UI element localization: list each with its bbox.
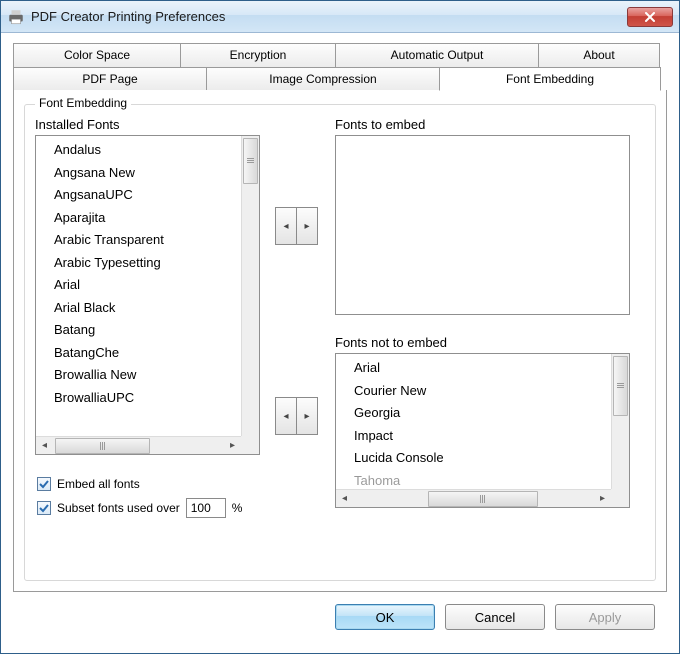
group-content: Installed Fonts Andalus Angsana New Angs… — [35, 117, 645, 572]
fonts-to-embed-list[interactable] — [335, 135, 630, 315]
list-item[interactable]: BatangChe — [54, 342, 241, 365]
window: PDF Creator Printing Preferences Color S… — [0, 0, 680, 654]
tab-automatic-output[interactable]: Automatic Output — [335, 43, 539, 67]
check-icon — [39, 479, 49, 489]
installed-fonts-label: Installed Fonts — [35, 117, 260, 132]
ok-button[interactable]: OK — [335, 604, 435, 630]
list-item[interactable]: Arial — [354, 357, 611, 380]
scroll-corner — [611, 489, 629, 507]
list-item[interactable]: Arial Black — [54, 297, 241, 320]
close-button[interactable] — [627, 7, 673, 27]
vertical-scrollbar[interactable] — [241, 136, 259, 436]
fonts-to-embed-label: Fonts to embed — [335, 117, 645, 132]
vertical-scrollbar[interactable] — [611, 354, 629, 489]
embed-all-fonts-label: Embed all fonts — [57, 477, 140, 491]
fonts-not-to-embed-label: Fonts not to embed — [335, 335, 645, 350]
scroll-left-icon[interactable]: ◂ — [336, 491, 353, 507]
window-title: PDF Creator Printing Preferences — [31, 9, 627, 24]
scroll-left-icon[interactable]: ◂ — [36, 438, 53, 454]
subset-fonts-checkbox[interactable] — [37, 501, 51, 515]
tab-pane-font-embedding: Font Embedding Installed Fonts Andalus A… — [13, 90, 667, 592]
scroll-corner — [241, 436, 259, 454]
list-item[interactable]: Tahoma — [354, 470, 611, 490]
printer-icon — [7, 8, 25, 26]
right-column: Fonts to embed Fonts not to embed Arial … — [335, 117, 645, 508]
list-item[interactable]: Browallia New — [54, 364, 241, 387]
list-item[interactable]: Georgia — [354, 402, 611, 425]
tab-about[interactable]: About — [538, 43, 660, 67]
transfer-buttons-notembed: ◂ ▸ — [275, 397, 318, 435]
tab-encryption[interactable]: Encryption — [180, 43, 336, 67]
cancel-button[interactable]: Cancel — [445, 604, 545, 630]
horizontal-scrollbar[interactable]: ◂ ▸ — [336, 489, 611, 507]
subset-fonts-label: Subset fonts used over — [57, 501, 180, 515]
list-item[interactable]: Lucida Console — [354, 447, 611, 470]
chevron-left-icon: ◂ — [283, 221, 288, 232]
list-item[interactable]: Angsana New — [54, 162, 241, 185]
tab-font-embedding[interactable]: Font Embedding — [439, 67, 661, 91]
chevron-right-icon: ▸ — [304, 411, 309, 422]
remove-from-notembed-button[interactable]: ◂ — [275, 397, 297, 435]
add-to-notembed-button[interactable]: ▸ — [296, 397, 318, 435]
chevron-left-icon: ◂ — [283, 411, 288, 422]
titlebar: PDF Creator Printing Preferences — [1, 1, 679, 33]
close-icon — [644, 12, 656, 22]
installed-fonts-list[interactable]: Andalus Angsana New AngsanaUPC Aparajita… — [35, 135, 260, 455]
list-item[interactable]: Impact — [354, 425, 611, 448]
tab-color-space[interactable]: Color Space — [13, 43, 181, 67]
tab-image-compression[interactable]: Image Compression — [206, 67, 440, 91]
list-item[interactable]: Courier New — [354, 380, 611, 403]
fonts-not-to-embed-list[interactable]: Arial Courier New Georgia Impact Lucida … — [335, 353, 630, 508]
groupbox-font-embedding: Font Embedding Installed Fonts Andalus A… — [24, 104, 656, 581]
transfer-buttons-embed: ◂ ▸ — [275, 207, 318, 245]
add-to-embed-button[interactable]: ▸ — [296, 207, 318, 245]
tab-pdf-page[interactable]: PDF Page — [13, 67, 207, 91]
list-item[interactable]: Arial — [54, 274, 241, 297]
scroll-right-icon[interactable]: ▸ — [224, 438, 241, 454]
list-item[interactable]: Aparajita — [54, 207, 241, 230]
client-area: Color Space Encryption Automatic Output … — [1, 33, 679, 653]
check-icon — [39, 503, 49, 513]
dialog-buttons: OK Cancel Apply — [13, 592, 667, 630]
horizontal-scrollbar[interactable]: ◂ ▸ — [36, 436, 241, 454]
list-item[interactable]: Andalus — [54, 139, 241, 162]
scroll-right-icon[interactable]: ▸ — [594, 491, 611, 507]
chevron-right-icon: ▸ — [304, 221, 309, 232]
list-item[interactable]: Arabic Transparent — [54, 229, 241, 252]
installed-column: Installed Fonts Andalus Angsana New Angs… — [35, 117, 260, 455]
tab-strip: Color Space Encryption Automatic Output … — [13, 43, 667, 592]
percent-label: % — [232, 501, 243, 515]
groupbox-label: Font Embedding — [35, 96, 131, 110]
list-item[interactable]: Arabic Typesetting — [54, 252, 241, 275]
embed-all-fonts-checkbox[interactable] — [37, 477, 51, 491]
list-item[interactable]: AngsanaUPC — [54, 184, 241, 207]
remove-from-embed-button[interactable]: ◂ — [275, 207, 297, 245]
subset-percent-input[interactable] — [186, 498, 226, 518]
options: Embed all fonts Subset fonts used over % — [37, 472, 242, 520]
apply-button: Apply — [555, 604, 655, 630]
list-item[interactable]: BrowalliaUPC — [54, 387, 241, 410]
list-item[interactable]: Batang — [54, 319, 241, 342]
